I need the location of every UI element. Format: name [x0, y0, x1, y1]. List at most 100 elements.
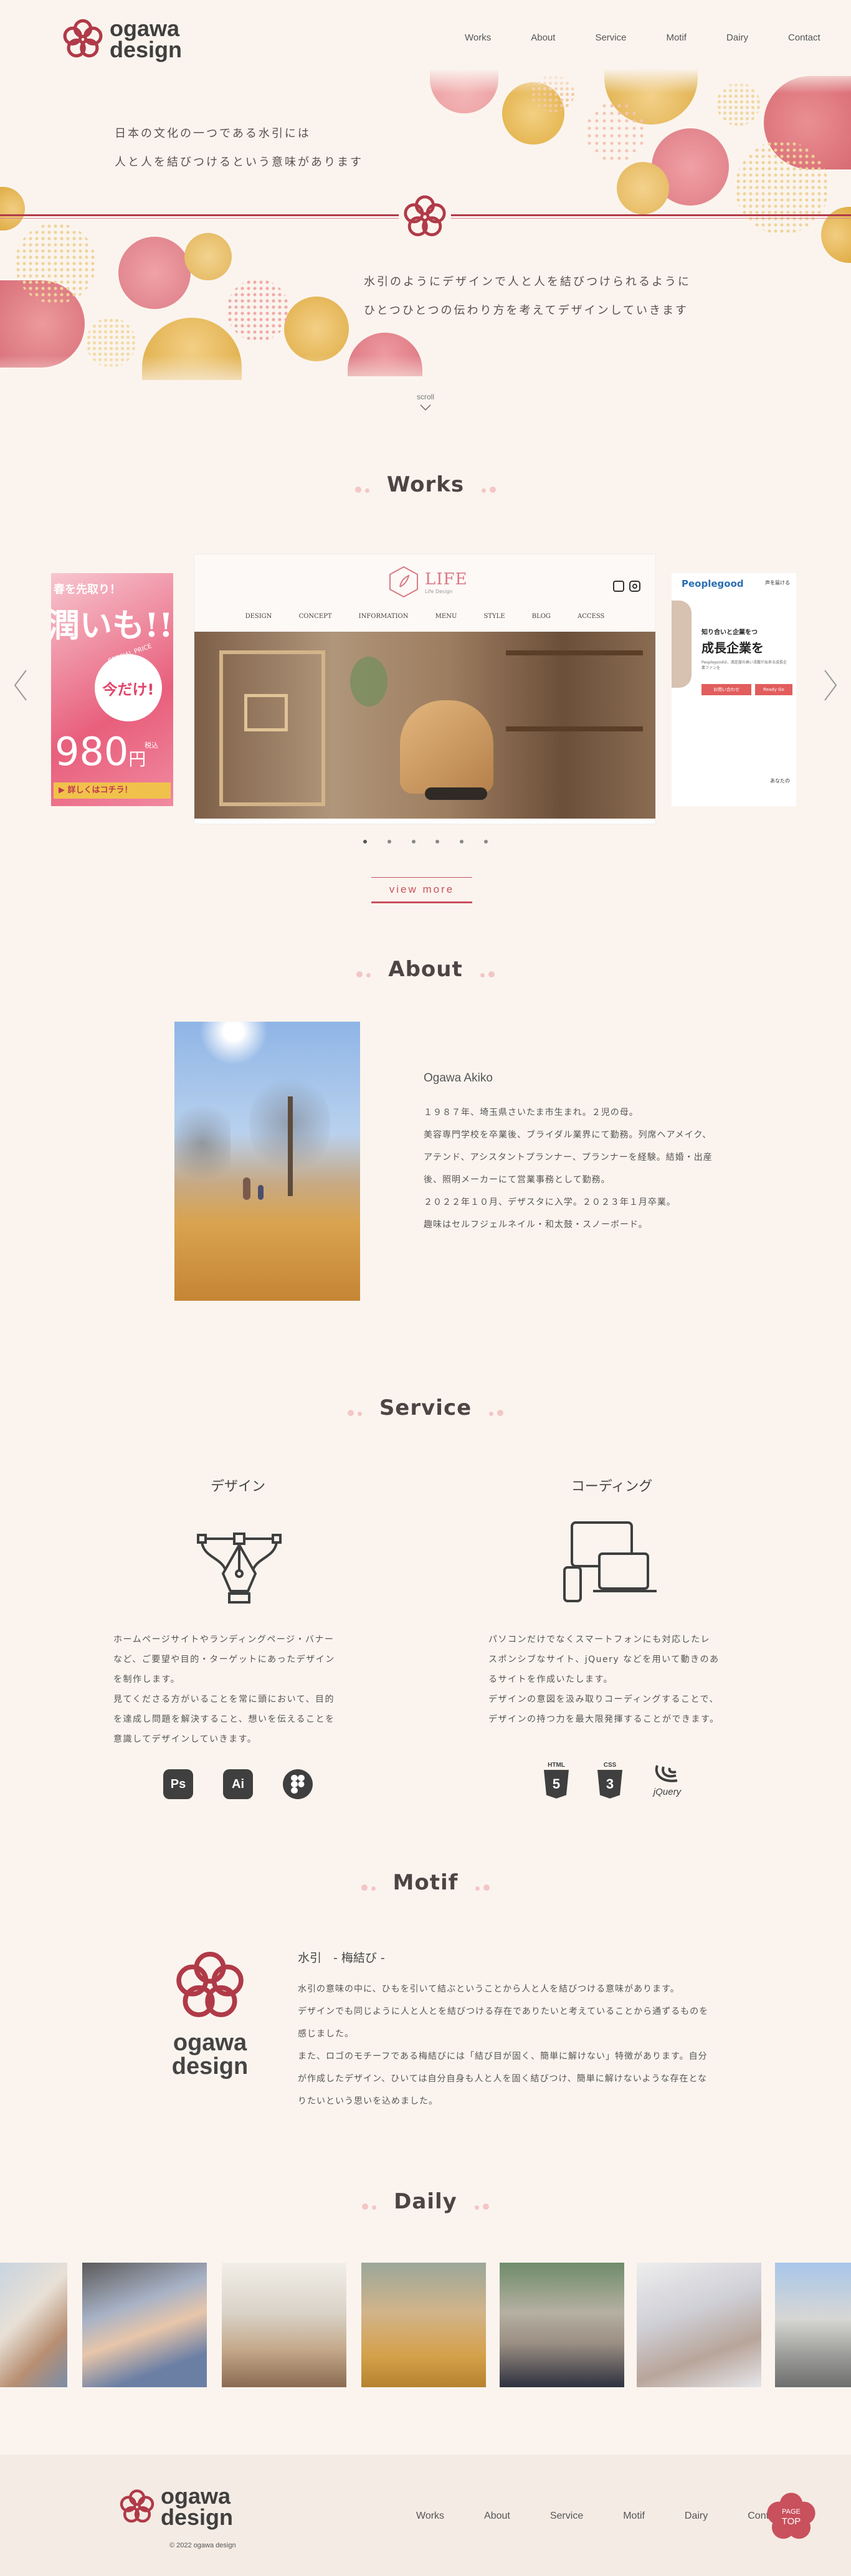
daily-photo[interactable] — [222, 2263, 346, 2387]
daily-photo[interactable] — [637, 2263, 761, 2387]
fade-bottom — [0, 355, 851, 392]
pg-bottom: あなたの — [770, 778, 790, 784]
pg-headline: 成長企業を — [701, 640, 764, 655]
daily-photo[interactable] — [0, 2263, 67, 2387]
slider-dot[interactable] — [411, 840, 416, 844]
hero-copy-top: 日本の文化の一つである水引には 人と人を結びつけるという意味があります — [115, 120, 363, 177]
slider-dot[interactable] — [483, 840, 488, 844]
header-logo[interactable]: ogawa design — [60, 16, 182, 62]
jquery-icon: jQuery — [645, 1763, 689, 1797]
site-menu-item: INFORMATION — [358, 613, 409, 620]
pg-nav: 声を届ける — [765, 580, 790, 586]
nav-service[interactable]: Service — [595, 32, 626, 43]
slider-dot[interactable] — [460, 840, 464, 844]
site-footer: ogawa design © 2022 ogawa design Works A… — [0, 2455, 851, 2576]
service-design-line: を制作します。 — [113, 1675, 181, 1685]
scroll-indicator[interactable]: scroll — [394, 392, 457, 414]
chair-base — [425, 787, 487, 800]
service-design-text: ホームページサイトやランディングページ・バナー など、ご要望や目的・ターゲットに… — [113, 1630, 335, 1749]
shelf — [506, 650, 643, 731]
banner-tax: 税込 — [145, 741, 158, 749]
site-menu-item: MENU — [435, 613, 457, 620]
about-line: 趣味はセルフジェルネイル・和太鼓・スノーボード。 — [424, 1220, 648, 1230]
works-slider: 春を先取り！ 潤いも!! 今だけ! SPECIAL PRICE 980円 税込 … — [0, 548, 851, 835]
slider-pagination — [363, 840, 488, 844]
site-social — [613, 581, 640, 592]
nav-motif[interactable]: Motif — [666, 32, 687, 43]
nav-about[interactable]: About — [531, 32, 555, 43]
pg-headline: 知り合いと企業をつ — [701, 629, 758, 636]
person — [243, 1177, 250, 1200]
slider-dot[interactable] — [435, 840, 440, 844]
service-coding-line: デザインの持つ力を最大限発揮することができます。 — [488, 1714, 720, 1724]
about-line: １９８７年、埼玉県さいたま市生まれ。２児の母。 — [424, 1108, 639, 1118]
daily-photo[interactable] — [500, 2263, 624, 2387]
chair — [400, 700, 493, 794]
photoshop-icon: Ps — [163, 1769, 193, 1799]
service-design-line: など、ご要望や目的・ターゲットにあったデザイン — [113, 1655, 335, 1665]
service-coding-line: パソコンだけでなくスマートフォンにも対応したレ — [488, 1635, 711, 1645]
scroll-label: scroll — [416, 392, 434, 401]
tree-trunk — [288, 1096, 293, 1196]
motif-heading: 水引 - 梅結び - — [298, 1951, 385, 1965]
service-design-line: 見てくださる方がいることを常に頭において、目的 — [113, 1694, 335, 1704]
work-slide-peoplegood[interactable]: Peoplegood 声を届ける 知り合いと企業をつ 成長企業を Peopleg… — [672, 573, 796, 806]
motif-line: 感じました。 — [298, 2029, 354, 2039]
footer-nav: Works About Service Motif Dairy Contact — [416, 2511, 782, 2522]
about-line: 美容専門学校を卒業後、ブライダル業界にて勤務。列席ヘアメイク、 — [424, 1130, 712, 1140]
page-top-button[interactable]: PAGE TOP — [765, 2491, 817, 2543]
motif-line: また、ロゴのモチーフである梅結びには「結び目が固く、簡単に解けない」特徴がありま… — [298, 2051, 708, 2061]
service-design-line: ホームページサイトやランディングページ・バナー — [113, 1635, 335, 1645]
devices-icon — [563, 1521, 657, 1602]
footer-nav-about[interactable]: About — [484, 2511, 510, 2522]
daily-photo[interactable] — [82, 2263, 207, 2387]
footer-nav-works[interactable]: Works — [416, 2511, 444, 2522]
html5-label: HTML — [548, 1762, 565, 1769]
html5-icon: HTML 5 — [542, 1762, 571, 1799]
motif-logo-line2: design — [171, 2053, 249, 2079]
decor-dot — [118, 237, 191, 309]
banner-price-unit: 円 — [128, 749, 146, 769]
jquery-swirl-icon — [655, 1765, 678, 1782]
ume-knot-icon — [120, 2489, 155, 2523]
banner-cta: ▶ 詳しくはコチラ！ — [54, 782, 171, 799]
logo-line1: ogawa — [110, 15, 180, 41]
site-menu-item: CONCEPT — [298, 613, 332, 620]
daily-title-text: Daily — [394, 2189, 457, 2214]
footer-logo-line2: design — [161, 2504, 234, 2531]
footer-logo[interactable]: ogawa design — [117, 2484, 234, 2531]
footer-nav-dairy[interactable]: Dairy — [685, 2511, 708, 2522]
about-title: About — [0, 957, 851, 983]
global-nav: Works About Service Motif Dairy Contact — [465, 32, 820, 43]
work-slide-website[interactable]: LIFE Life Design DESIGN CONCEPT INFORMAT… — [194, 554, 655, 824]
view-more-button[interactable]: view more — [371, 877, 472, 903]
nav-works[interactable]: Works — [465, 32, 491, 43]
decor-dot — [0, 187, 25, 231]
slider-dot[interactable] — [363, 840, 367, 844]
pen-tool-icon — [197, 1533, 282, 1604]
site-logo-text: LIFE — [425, 569, 468, 589]
nav-contact[interactable]: Contact — [788, 32, 820, 43]
nav-dairy[interactable]: Dairy — [726, 32, 748, 43]
banner-headline: 潤いも!! — [51, 607, 173, 645]
daily-title: Daily — [0, 2189, 851, 2215]
figma-logo-icon — [291, 1775, 305, 1794]
pg-sub: Peoplegoodは、満足度の高い活躍が出来る成長企業ファンを — [701, 660, 787, 670]
arrow-left-icon[interactable] — [12, 668, 29, 703]
site-logo-mock: LIFE Life Design — [386, 564, 468, 599]
hero-copy-line: 水引のようにデザインで人と人を結びつけられるように — [364, 275, 691, 288]
daily-photo[interactable] — [775, 2263, 851, 2387]
service-title-text: Service — [379, 1395, 472, 1420]
logo-line2: design — [110, 37, 183, 62]
service-coding-line: スポンシブなサイト、jQuery などを用いて動きのあ — [488, 1655, 720, 1665]
footer-nav-motif[interactable]: Motif — [623, 2511, 645, 2522]
ume-knot-icon — [404, 195, 446, 237]
arrow-right-icon[interactable] — [822, 668, 839, 703]
pg-cta: お問い合わせ — [701, 684, 751, 695]
work-slide-banner[interactable]: 春を先取り！ 潤いも!! 今だけ! SPECIAL PRICE 980円 税込 … — [51, 573, 173, 806]
figma-icon — [283, 1769, 313, 1799]
about-photo — [174, 1022, 360, 1301]
slider-dot[interactable] — [387, 840, 391, 844]
daily-photo[interactable] — [361, 2263, 486, 2387]
footer-nav-service[interactable]: Service — [550, 2511, 583, 2522]
